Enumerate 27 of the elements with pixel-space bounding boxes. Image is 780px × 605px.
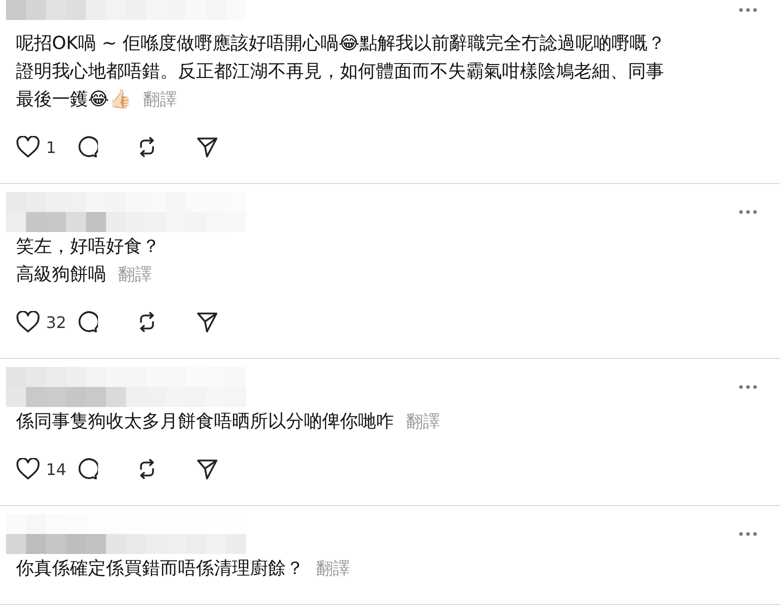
send-icon[interactable] (196, 136, 218, 158)
comment-text: 證明我心地都唔錯。反正都江湖不再見，如何體面而不失霸氣咁樣陰鳩老細、同事 (16, 61, 664, 82)
like-count: 32 (46, 312, 66, 332)
translate-link[interactable]: 翻譯 (118, 265, 152, 285)
comment-text: 呢招OK喎 ~ 佢喺度做嘢應該好唔開心喎😂點解我以前辭職完全冇諗過呢啲嘢嘅？ (16, 33, 666, 54)
more-icon[interactable] (738, 384, 758, 390)
comment-text: 最後一鑊😂👍🏻 (16, 89, 132, 110)
translate-link[interactable]: 翻譯 (143, 90, 178, 110)
comment-text: 笑左，好唔好食？ (16, 236, 160, 257)
heart-icon[interactable] (16, 136, 40, 158)
comment-text: 係同事隻狗收太多月餅食唔晒所以分啲俾你哋咋 (16, 411, 394, 432)
like-count: 1 (46, 138, 56, 156)
heart-icon[interactable] (16, 458, 40, 480)
send-icon[interactable] (196, 311, 218, 333)
send-icon[interactable] (196, 458, 218, 480)
comment-icon[interactable] (76, 136, 98, 158)
comment-icon[interactable] (76, 311, 98, 333)
comment-icon[interactable] (76, 458, 98, 480)
translate-link[interactable]: 翻譯 (316, 559, 350, 579)
heart-icon[interactable] (16, 311, 40, 333)
like-count: 14 (46, 460, 66, 478)
translate-link[interactable]: 翻譯 (406, 412, 440, 432)
more-icon[interactable] (738, 7, 758, 13)
more-icon[interactable] (738, 209, 758, 215)
more-icon[interactable] (738, 531, 758, 537)
comment-text: 你真係確定係買錯而唔係清理廚餘？ (16, 558, 304, 579)
comment-text: 高級狗餅喎 (16, 264, 106, 285)
